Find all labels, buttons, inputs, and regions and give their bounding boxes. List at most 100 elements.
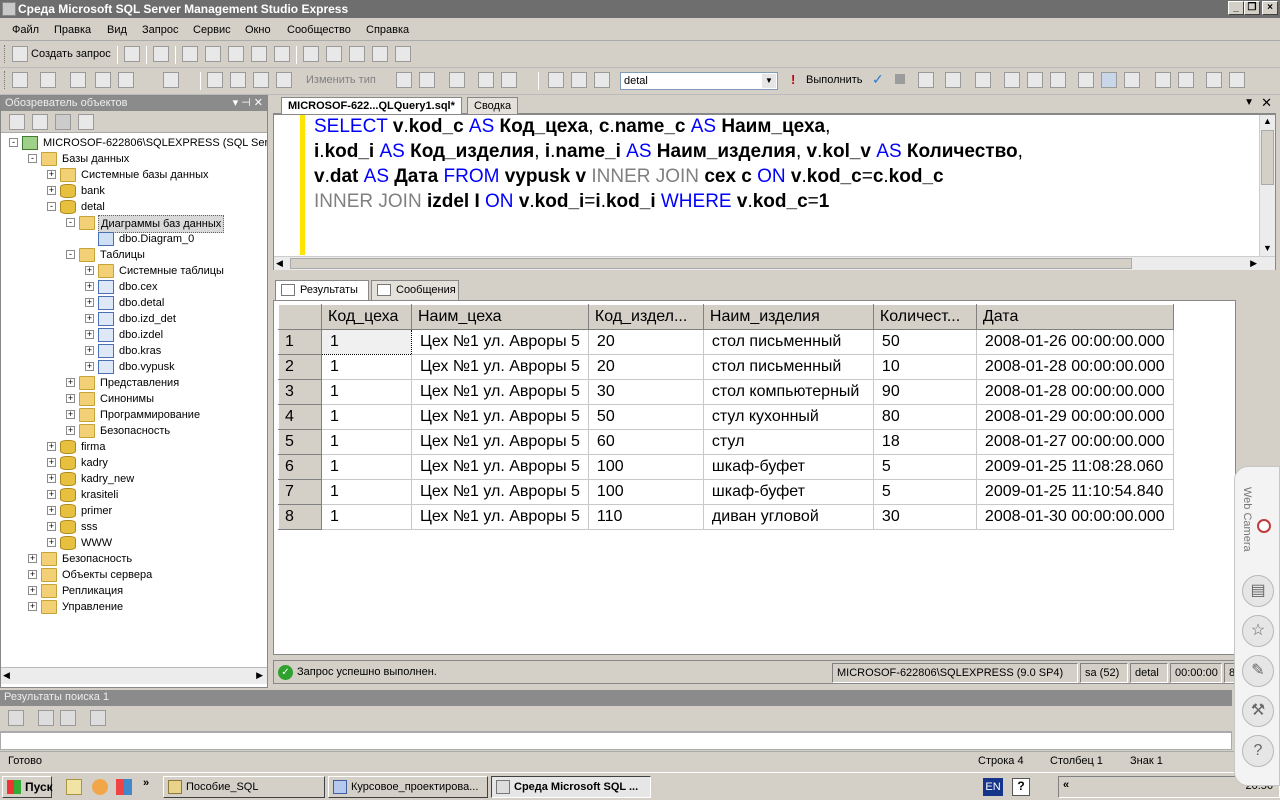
menu-edit[interactable]: Правка xyxy=(54,24,91,36)
expand-icon[interactable]: + xyxy=(85,266,94,275)
expand-icon[interactable]: + xyxy=(85,362,94,371)
tab-query[interactable]: MICROSOF-622...QLQuery1.sql* xyxy=(281,97,462,114)
row-header[interactable]: 2 xyxy=(278,354,322,380)
table-cell[interactable]: 2008-01-30 00:00:00.000 xyxy=(976,504,1174,530)
task-ssms[interactable]: Среда Microsoft SQL ... xyxy=(491,776,651,798)
collapse-icon[interactable]: - xyxy=(66,250,75,259)
table-cell[interactable]: 50 xyxy=(588,404,704,430)
menu-file[interactable]: Файл xyxy=(12,24,39,36)
table-cell[interactable]: 5 xyxy=(873,454,977,480)
table-cell[interactable]: 1 xyxy=(321,404,412,430)
expand-icon[interactable]: + xyxy=(47,538,56,547)
save-all-icon[interactable] xyxy=(274,46,290,62)
table-cell[interactable]: 60 xyxy=(588,429,704,455)
clear-all-icon[interactable] xyxy=(90,710,106,726)
sql-pane-icon[interactable] xyxy=(253,72,269,88)
task-posobie[interactable]: Пособие_SQL xyxy=(163,776,325,798)
disconnect-icon[interactable] xyxy=(32,114,48,130)
new-file-icon[interactable] xyxy=(153,46,169,62)
expand-icon[interactable]: + xyxy=(66,378,75,387)
connect-icon[interactable] xyxy=(12,72,28,88)
table-cell[interactable]: стол письменный xyxy=(703,329,874,355)
collapse-icon[interactable]: - xyxy=(9,138,18,147)
close-tab-icon[interactable]: ✕ xyxy=(1261,95,1272,111)
table-cell[interactable]: 30 xyxy=(873,504,977,530)
menu-window[interactable]: Окно xyxy=(245,24,271,36)
table-cell[interactable]: шкаф-буфет xyxy=(703,479,874,505)
column-header[interactable]: Количест... xyxy=(872,304,977,330)
change-type-button[interactable]: Изменить тип xyxy=(306,74,376,86)
tab-results[interactable]: Результаты xyxy=(275,280,369,300)
relationship-icon[interactable] xyxy=(70,72,86,88)
menu-view[interactable]: Вид xyxy=(107,24,127,36)
column-header[interactable]: Дата xyxy=(975,304,1174,330)
new-query-button[interactable]: Создать запрос xyxy=(31,48,111,60)
add-derived-table-icon[interactable] xyxy=(501,72,517,88)
contact-card-icon[interactable]: ▤ xyxy=(1242,575,1274,607)
table-cell[interactable]: 1 xyxy=(321,354,412,380)
expand-icon[interactable]: + xyxy=(47,506,56,515)
table-cell[interactable]: 2008-01-27 00:00:00.000 xyxy=(976,429,1174,455)
expand-icon[interactable]: + xyxy=(28,602,37,611)
table-cell[interactable]: 1 xyxy=(321,504,412,530)
properties-icon[interactable] xyxy=(395,46,411,62)
quicklaunch-more-icon[interactable]: » xyxy=(143,777,149,789)
horizontal-scrollbar[interactable]: ◀ ▶ xyxy=(1,667,267,684)
expand-icon[interactable]: + xyxy=(47,522,56,531)
scroll-right-icon[interactable]: ▶ xyxy=(256,670,263,681)
table-cell[interactable]: стул xyxy=(703,429,874,455)
expand-icon[interactable]: + xyxy=(47,186,56,195)
row-header[interactable]: 3 xyxy=(278,379,322,405)
wrench-icon[interactable]: ⚒ xyxy=(1242,695,1274,727)
table-cell[interactable]: 1 xyxy=(321,454,412,480)
db-engine-query-icon[interactable] xyxy=(124,46,140,62)
index-icon[interactable] xyxy=(95,72,111,88)
client-stats-icon[interactable] xyxy=(1027,72,1043,88)
table-cell[interactable]: стул кухонный xyxy=(703,404,874,430)
specify-template-icon[interactable] xyxy=(975,72,991,88)
include-plan-icon[interactable] xyxy=(1004,72,1020,88)
tray-expand-icon[interactable]: « xyxy=(1063,779,1069,791)
open-file-icon[interactable] xyxy=(205,46,221,62)
results-text-icon[interactable] xyxy=(1050,72,1066,88)
expand-icon[interactable]: + xyxy=(85,346,94,355)
table-view-icon[interactable] xyxy=(163,72,179,88)
save-icon[interactable] xyxy=(251,46,267,62)
table-cell[interactable]: стол компьютерный xyxy=(703,379,874,405)
table-cell[interactable]: 20 xyxy=(588,329,704,355)
expand-icon[interactable]: + xyxy=(47,170,56,179)
menu-tools[interactable]: Сервис xyxy=(193,24,231,36)
next-icon[interactable] xyxy=(60,710,76,726)
scroll-thumb[interactable] xyxy=(290,258,1132,269)
table-cell[interactable]: Цех №1 ул. Авроры 5 xyxy=(411,479,589,505)
parse-check-icon[interactable]: ✓ xyxy=(872,71,884,88)
group-by-icon[interactable] xyxy=(449,72,465,88)
minimize-button[interactable]: _ xyxy=(1228,1,1244,15)
sql-editor[interactable]: SELECT v.kod_c AS Код_цеха, c.name_c AS … xyxy=(273,114,1276,270)
tab-messages[interactable]: Сообщения xyxy=(371,280,459,300)
display-plan-icon[interactable] xyxy=(918,72,934,88)
folder-key-icon[interactable] xyxy=(228,46,244,62)
table-cell[interactable]: 1 xyxy=(321,429,412,455)
execute-button[interactable]: Выполнить xyxy=(806,74,862,86)
row-header[interactable]: 8 xyxy=(278,504,322,530)
previous-icon[interactable] xyxy=(38,710,54,726)
query-options-icon[interactable] xyxy=(594,72,610,88)
object-explorer-icon[interactable] xyxy=(326,46,342,62)
increase-indent-icon[interactable] xyxy=(1206,72,1222,88)
row-header[interactable]: 4 xyxy=(278,404,322,430)
chevron-down-icon[interactable]: ▼ xyxy=(762,74,776,88)
edit-icon[interactable]: ✎ xyxy=(1242,655,1274,687)
execute-sql-icon[interactable] xyxy=(396,72,412,88)
table-cell[interactable]: 2009-01-25 11:10:54.840 xyxy=(976,479,1174,505)
maximize-button[interactable]: ❐ xyxy=(1244,1,1260,15)
more-tools-icon[interactable] xyxy=(1229,72,1245,88)
expand-icon[interactable]: + xyxy=(85,330,94,339)
scroll-left-icon[interactable]: ◀ xyxy=(276,258,283,269)
change-connection-icon[interactable] xyxy=(571,72,587,88)
goto-location-icon[interactable] xyxy=(8,710,24,726)
expand-icon[interactable]: + xyxy=(28,586,37,595)
scroll-right-icon[interactable]: ▶ xyxy=(1250,258,1257,269)
corner-cell[interactable] xyxy=(278,304,322,330)
table-cell[interactable]: Цех №1 ул. Авроры 5 xyxy=(411,504,589,530)
